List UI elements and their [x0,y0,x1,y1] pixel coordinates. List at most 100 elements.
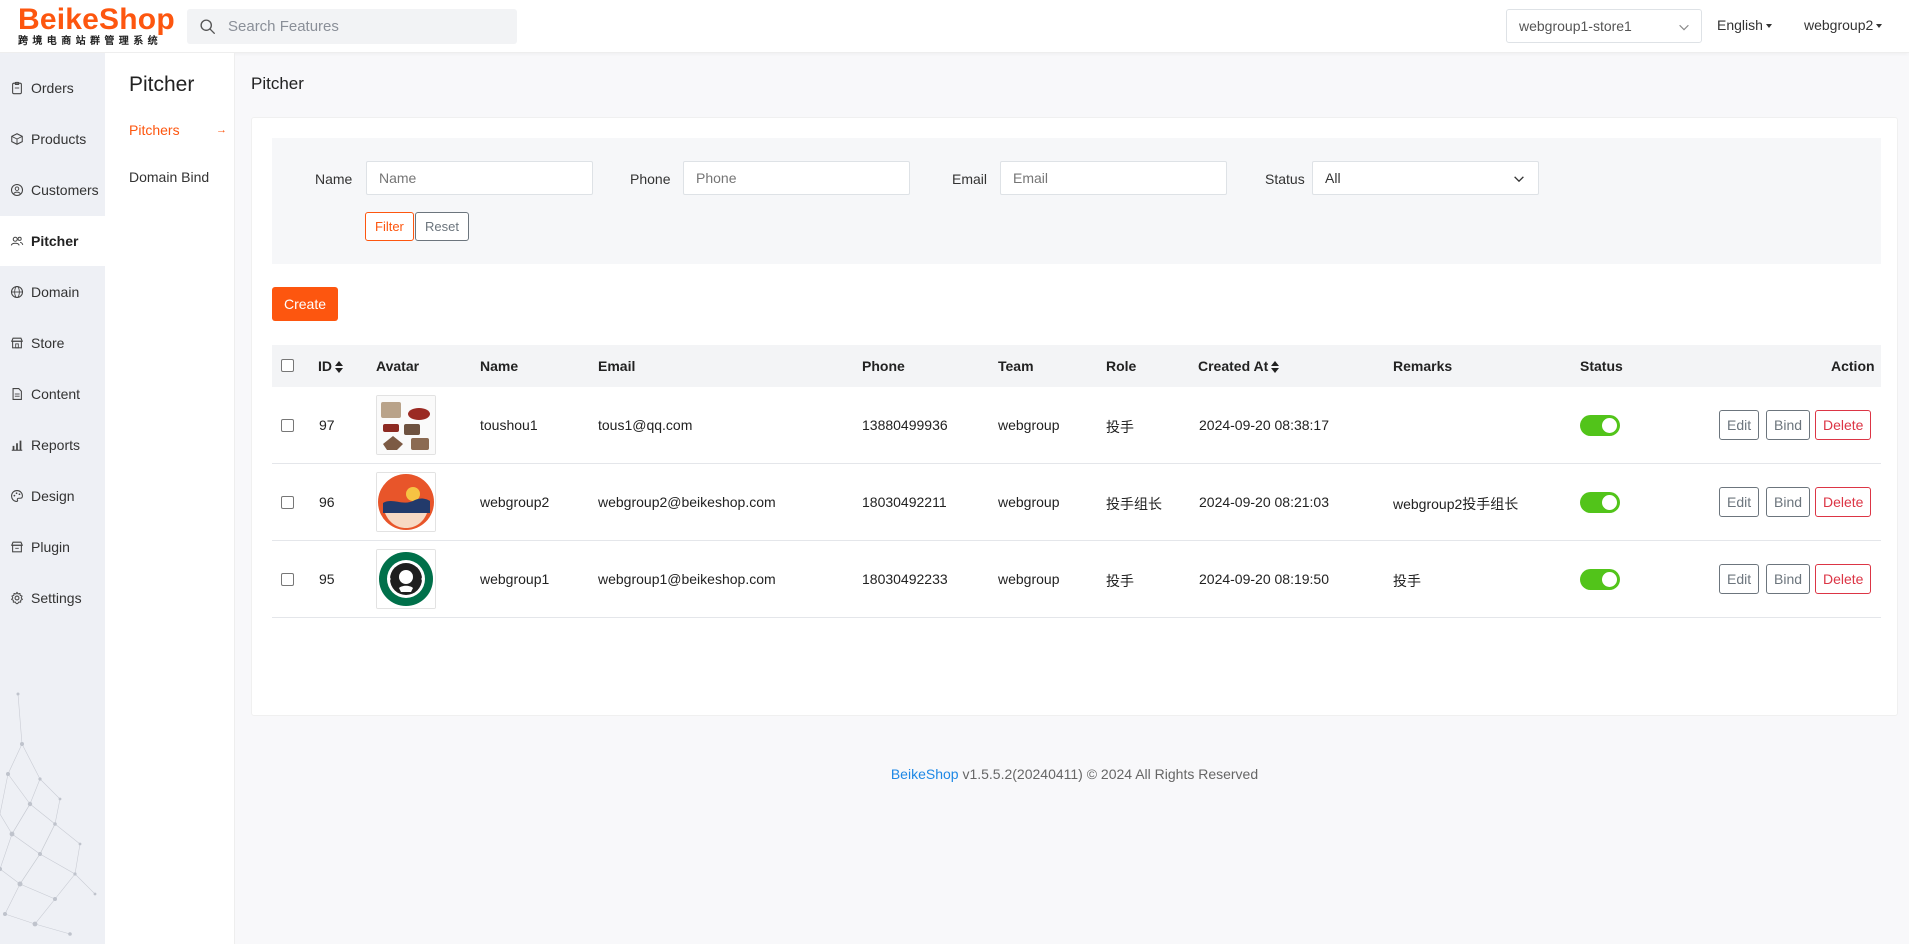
column-header-email: Email [598,358,636,374]
sub-sidebar: Pitcher Pitchers Domain Bind [105,53,235,944]
search-icon [200,19,215,34]
box-icon [11,133,23,145]
table-row: 96 webgroup2 webgroup2@beikeshop.com 180… [272,464,1881,541]
column-header-id[interactable]: ID [318,358,344,374]
sidebar-item-label: Products [31,131,87,147]
filter-panel: Name Phone Email Status All Filter Reset [272,138,1881,264]
language-label: English [1717,17,1763,33]
sidebar-item-label: Orders [31,80,74,96]
column-header-remarks: Remarks [1393,358,1453,374]
page-footer: BeikeShop v1.5.5.2(20240411) © 2024 All … [0,766,1909,782]
user-dropdown[interactable]: webgroup2 [1804,17,1883,33]
bind-button[interactable]: Bind [1766,410,1811,440]
cell-role: 投手 [1106,419,1134,435]
sidebar-item-plugin[interactable]: Plugin [0,522,105,572]
column-header-action: Action [1831,358,1875,374]
delete-button[interactable]: Delete [1815,564,1872,594]
phone-input[interactable] [683,161,910,195]
sidebar-item-store[interactable]: Store [0,318,105,368]
row-checkbox[interactable] [281,573,294,586]
column-header-role: Role [1106,358,1137,374]
sidebar-item-label: Customers [31,182,99,198]
phone-label: Phone [630,171,671,187]
cell-email: tous1@qq.com [598,417,693,433]
filter-button[interactable]: Filter [365,212,414,241]
delete-button[interactable]: Delete [1815,410,1872,440]
select-all-checkbox[interactable] [281,359,294,372]
sidebar-item-design[interactable]: Design [0,471,105,521]
user-circle-icon [10,183,24,197]
cell-remarks: 投手 [1393,573,1421,589]
reset-button[interactable]: Reset [415,212,469,241]
search-placeholder: Search Features [228,18,339,35]
brand-logo[interactable]: BeikeShop 跨境电商站群管理系统 [18,3,175,48]
sort-icon [1271,361,1280,374]
sidebar-item-customers[interactable]: Customers [0,165,105,215]
name-input[interactable] [366,161,593,195]
content-card: Name Phone Email Status All Filter Reset… [251,117,1898,716]
bind-button[interactable]: Bind [1766,487,1811,517]
sidebar-item-domain[interactable]: Domain [0,267,105,317]
caret-down-icon [1876,24,1883,29]
cell-id: 96 [319,494,335,510]
edit-button[interactable]: Edit [1719,487,1760,517]
footer-brand-link[interactable]: BeikeShop [891,766,959,782]
avatar [376,472,436,532]
email-label: Email [952,171,988,187]
edit-button[interactable]: Edit [1719,564,1760,594]
create-button[interactable]: Create [272,287,338,321]
status-select[interactable]: All [1312,161,1539,195]
row-checkbox[interactable] [281,496,294,509]
sidebar-item-content[interactable]: Content [0,369,105,419]
language-dropdown[interactable]: English [1717,17,1772,33]
row-checkbox[interactable] [281,419,294,432]
status-toggle[interactable] [1580,569,1620,590]
toggle-knob [1602,495,1617,510]
status-toggle[interactable] [1580,415,1620,436]
cell-name: webgroup2 [480,494,550,510]
gear-icon [11,591,23,605]
sidebar-item-products[interactable]: Products [0,114,105,164]
logo-text: BeikeShop [18,3,175,36]
cell-team: webgroup [998,494,1060,510]
submenu-item-domain-bind[interactable]: Domain Bind [129,169,209,185]
column-header-created-at[interactable]: Created At [1198,358,1280,374]
store-select[interactable]: webgroup1-store1 [1506,9,1702,43]
submenu-item-pitchers[interactable]: Pitchers [129,122,180,138]
sidebar-item-label: Reports [31,437,81,453]
avatar [376,395,436,455]
sidebar-item-label: Plugin [31,539,70,555]
column-header-phone: Phone [862,358,905,374]
cell-created-at: 2024-09-20 08:38:17 [1199,417,1329,433]
bind-button[interactable]: Bind [1766,564,1811,594]
column-header-team: Team [998,358,1034,374]
column-header-label: Created At [1198,358,1269,374]
coffee-logo-image [377,550,435,608]
cell-id: 97 [319,417,335,433]
delete-button[interactable]: Delete [1815,487,1872,517]
top-header: BeikeShop 跨境电商站群管理系统 Search Features web… [0,0,1909,53]
email-input[interactable] [1000,161,1227,195]
bags-image [377,396,435,454]
globe-icon [10,285,24,299]
table-header: ID Avatar Name Email Phone Team Role Cre… [272,345,1881,387]
search-features-input[interactable]: Search Features [187,9,517,44]
sidebar-item-reports[interactable]: Reports [0,420,105,470]
cell-phone: 18030492211 [862,494,947,510]
toggle-knob [1602,418,1617,433]
edit-button[interactable]: Edit [1719,410,1760,440]
sidebar-item-label: Store [31,335,65,351]
table-row: 95 webgroup1 webgroup1@beikeshop.com 180… [272,541,1881,618]
plug-icon [10,541,24,553]
cell-team: webgroup [998,571,1060,587]
status-toggle[interactable] [1580,492,1620,513]
cell-remarks: webgroup2投手组长 [1393,496,1519,512]
status-select-value: All [1325,170,1341,186]
sidebar-item-label: Pitcher [31,233,79,249]
sidebar-item-orders[interactable]: Orders [0,63,105,113]
sidebar-item-pitcher[interactable]: Pitcher [0,216,105,266]
footer-text: v1.5.5.2(20240411) © 2024 All Rights Res… [958,766,1259,782]
sidebar-item-settings[interactable]: Settings [0,573,105,623]
column-header-name: Name [480,358,519,374]
sort-icon [335,361,343,374]
